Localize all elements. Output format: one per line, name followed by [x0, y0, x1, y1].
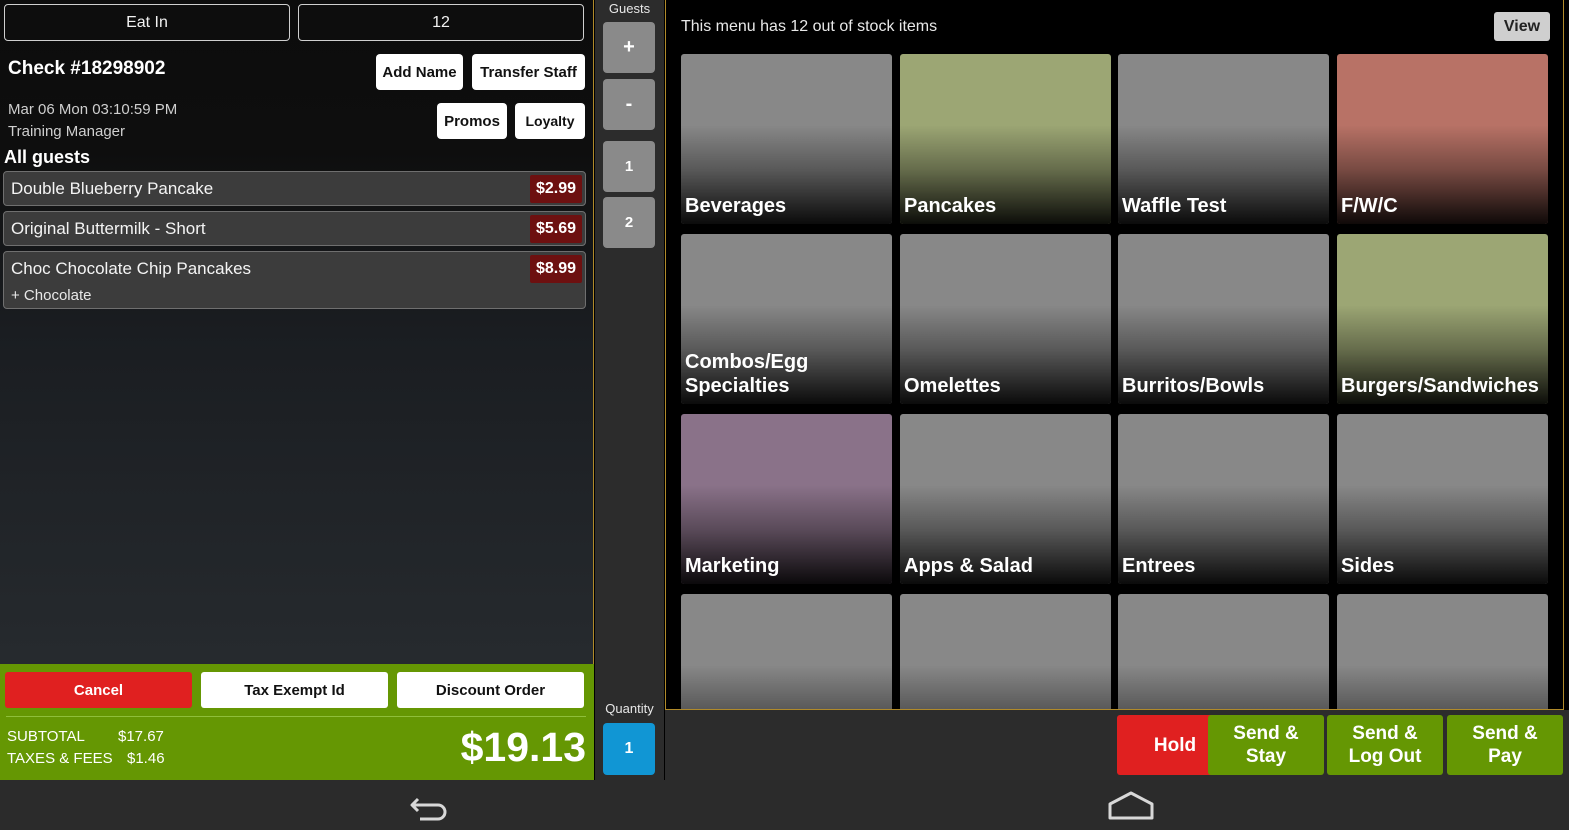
order-panel: Eat In 12 Check #18298902 Add Name Trans… [0, 0, 594, 780]
category-tile-label: Entrees [1122, 555, 1196, 577]
seat-2-button[interactable]: 2 [603, 197, 655, 248]
order-item-price: $5.69 [529, 215, 582, 243]
promos-button[interactable]: Promos [437, 103, 507, 139]
category-tile-label: Burritos/Bowls [1122, 375, 1265, 397]
category-tile-label: Pancakes [904, 195, 997, 217]
order-item[interactable]: Original Buttermilk - Short $5.69 [3, 211, 586, 246]
add-guest-button[interactable]: + [603, 22, 655, 73]
category-tile-label: Combos/Egg Specialties [685, 351, 809, 397]
transfer-staff-button[interactable]: Transfer Staff [472, 54, 585, 90]
category-tile[interactable] [1337, 594, 1548, 709]
order-item-price: $2.99 [529, 175, 582, 203]
category-tile[interactable]: Pancakes [900, 54, 1111, 224]
seat-1-button[interactable]: 1 [603, 141, 655, 192]
subtotal-value: $17.67 [118, 728, 164, 745]
category-tile-label: Waffle Test [1122, 195, 1227, 217]
table-number-button[interactable]: 12 [298, 4, 584, 41]
category-tile-label: F/W/C [1341, 195, 1398, 217]
category-tile[interactable]: Omelettes [900, 234, 1111, 404]
category-tile-label: Apps & Salad [904, 555, 1033, 577]
tax-exempt-button[interactable]: Tax Exempt Id [201, 672, 388, 708]
category-tile[interactable]: Apps & Salad [900, 414, 1111, 584]
guests-heading: All guests [4, 147, 91, 167]
category-tile-label: Burgers/Sandwiches [1341, 375, 1539, 397]
guest-quantity-column: Guests + - 1 2 Quantity 1 [595, 0, 664, 780]
order-item-price: $8.99 [529, 255, 582, 283]
category-tile[interactable] [681, 594, 892, 709]
order-item-name: Choc Chocolate Chip Pancakes [11, 259, 252, 278]
order-item[interactable]: Double Blueberry Pancake $2.99 [3, 171, 586, 206]
category-tile-label: Beverages [685, 195, 787, 217]
category-tile[interactable]: Marketing [681, 414, 892, 584]
send-pay-button[interactable]: Send & Pay [1447, 715, 1563, 775]
discount-order-button[interactable]: Discount Order [397, 672, 584, 708]
quantity-label: Quantity [605, 701, 654, 716]
subtotal-label: SUBTOTAL [7, 728, 85, 745]
back-icon[interactable] [404, 790, 454, 822]
taxes-value: $1.46 [127, 750, 165, 767]
category-tile[interactable] [900, 594, 1111, 709]
cancel-button[interactable]: Cancel [5, 672, 192, 708]
category-tile[interactable]: Beverages [681, 54, 892, 224]
category-tile[interactable]: Burritos/Bowls [1118, 234, 1329, 404]
home-icon[interactable] [1106, 790, 1156, 822]
check-staff: Training Manager [8, 123, 126, 140]
taxes-label: TAXES & FEES [7, 750, 113, 767]
category-tile[interactable]: F/W/C [1337, 54, 1548, 224]
send-logout-button[interactable]: Send & Log Out [1327, 715, 1443, 775]
footer-divider [6, 716, 586, 717]
order-item-name: Original Buttermilk - Short [11, 219, 206, 238]
check-title: Check #18298902 [8, 58, 166, 79]
category-tile-label: Omelettes [904, 375, 1001, 397]
category-tile[interactable]: Entrees [1118, 414, 1329, 584]
category-tile-label: Marketing [685, 555, 780, 577]
add-name-button[interactable]: Add Name [376, 54, 463, 90]
order-footer: Cancel Tax Exempt Id Discount Order SUBT… [0, 664, 594, 780]
system-nav-bar [0, 780, 1569, 830]
action-bar: Hold Send & Stay Send & Log Out Send & P… [665, 710, 1569, 780]
category-tile[interactable]: Burgers/Sandwiches [1337, 234, 1548, 404]
loyalty-button[interactable]: Loyalty [515, 103, 585, 139]
guests-label: Guests [608, 1, 651, 16]
remove-guest-button[interactable]: - [603, 79, 655, 130]
check-datetime: Mar 06 Mon 03:10:59 PM [8, 101, 178, 118]
order-total: $19.13 [460, 724, 586, 770]
quantity-button[interactable]: 1 [603, 723, 655, 775]
category-tile[interactable]: Waffle Test [1118, 54, 1329, 224]
view-button[interactable]: View [1494, 12, 1550, 41]
order-item-modifier: + Chocolate [11, 287, 92, 304]
order-item-name: Double Blueberry Pancake [11, 179, 214, 198]
order-item[interactable]: Choc Chocolate Chip Pancakes + Chocolate… [3, 251, 586, 309]
menu-grid-panel: This menu has 12 out of stock items View… [665, 0, 1564, 710]
category-tile[interactable]: Sides [1337, 414, 1548, 584]
category-tile[interactable] [1118, 594, 1329, 709]
send-stay-button[interactable]: Send & Stay [1208, 715, 1324, 775]
category-tile[interactable]: Combos/Egg Specialties [681, 234, 892, 404]
category-tile-label: Sides [1341, 555, 1395, 577]
order-type-button[interactable]: Eat In [4, 4, 290, 41]
out-of-stock-message: This menu has 12 out of stock items [681, 18, 938, 35]
